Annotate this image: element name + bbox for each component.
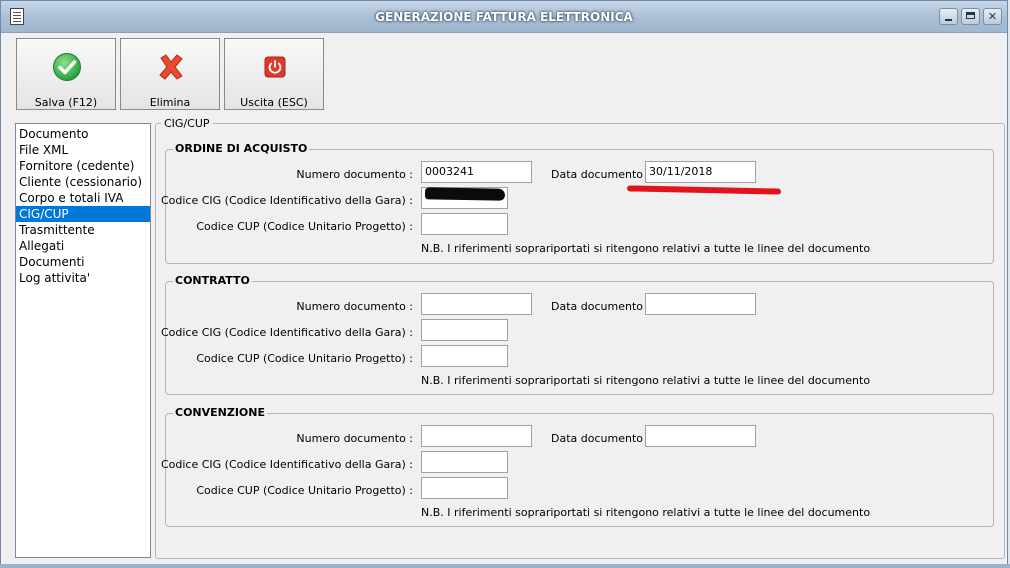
group-title: ORDINE DI ACQUISTO <box>173 142 310 155</box>
data-documento-label: Data documento : <box>551 432 651 445</box>
ordine-data-documento-field[interactable]: 30/11/2018 <box>645 161 756 183</box>
group-title: CONVENZIONE <box>173 406 268 419</box>
data-documento-label: Data documento : <box>551 168 651 181</box>
convenzione-numero-documento-field[interactable] <box>421 425 532 447</box>
redaction-mark <box>424 187 506 201</box>
exit-button-label: Uscita (ESC) <box>240 96 308 109</box>
note-text: N.B. I riferimenti soprariportati si rit… <box>421 242 871 255</box>
exit-button[interactable]: Uscita (ESC) <box>224 38 324 110</box>
delete-button[interactable]: Elimina <box>120 38 220 110</box>
contratto-codice-cig-field[interactable] <box>421 319 508 341</box>
convenzione-codice-cig-field[interactable] <box>421 451 508 473</box>
nav-item-cig-cup[interactable]: CIG/CUP <box>16 206 150 222</box>
nav-item-cliente[interactable]: Cliente (cessionario) <box>16 174 150 190</box>
note-text: N.B. I riferimenti soprariportati si rit… <box>421 506 871 519</box>
numero-documento-label: Numero documento : <box>296 432 413 445</box>
power-icon <box>264 56 286 78</box>
convenzione-codice-cup-field[interactable] <box>421 477 508 499</box>
numero-documento-label: Numero documento : <box>296 300 413 313</box>
nav-item-trasmittente[interactable]: Trasmittente <box>16 222 150 238</box>
nav-item-log-attivita[interactable]: Log attivita' <box>16 270 150 286</box>
data-documento-label: Data documento : <box>551 300 651 313</box>
nav-item-documenti[interactable]: Documenti <box>16 254 150 270</box>
note-text: N.B. I riferimenti soprariportati si rit… <box>421 374 871 387</box>
codice-cig-label: Codice CIG (Codice Identificativo della … <box>160 326 413 339</box>
nav-item-fornitore[interactable]: Fornitore (cedente) <box>16 158 150 174</box>
window-title: GENERAZIONE FATTURA ELETTRONICA <box>375 10 633 24</box>
contratto-codice-cup-field[interactable] <box>421 345 508 367</box>
ordine-numero-documento-field[interactable]: 0003241 <box>421 161 532 183</box>
numero-documento-label: Numero documento : <box>296 168 413 181</box>
nav-item-corpo-totali-iva[interactable]: Corpo e totali IVA <box>16 190 150 206</box>
contratto-numero-documento-field[interactable] <box>421 293 532 315</box>
codice-cup-label: Codice CUP (Codice Unitario Progetto) : <box>196 220 413 233</box>
close-icon[interactable]: ✕ <box>983 8 1002 25</box>
minimize-icon[interactable] <box>939 8 958 25</box>
codice-cig-label: Codice CIG (Codice Identificativo della … <box>160 458 413 471</box>
save-button[interactable]: Salva (F12) <box>16 38 116 110</box>
delete-button-label: Elimina <box>149 96 191 109</box>
contratto-data-documento-field[interactable] <box>645 293 756 315</box>
codice-cup-label: Codice CUP (Codice Unitario Progetto) : <box>196 352 413 365</box>
nav-item-allegati[interactable]: Allegati <box>16 238 150 254</box>
group-title: CONTRATTO <box>173 274 252 287</box>
codice-cig-label: Codice CIG (Codice Identificativo della … <box>160 194 413 207</box>
nav-item-file-xml[interactable]: File XML <box>16 142 150 158</box>
ordine-codice-cup-field[interactable] <box>421 213 508 235</box>
checkmark-icon <box>53 53 81 81</box>
codice-cup-label: Codice CUP (Codice Unitario Progetto) : <box>196 484 413 497</box>
title-bar[interactable]: GENERAZIONE FATTURA ELETTRONICA ✕ <box>1 1 1007 33</box>
taskbar-edge <box>0 564 1010 568</box>
panel-title: CIG/CUP <box>161 117 213 130</box>
maximize-icon[interactable] <box>961 8 980 25</box>
convenzione-data-documento-field[interactable] <box>645 425 756 447</box>
save-button-label: Salva (F12) <box>34 96 98 109</box>
section-list[interactable]: Documento File XML Fornitore (cedente) C… <box>15 123 151 558</box>
red-x-icon <box>159 54 183 80</box>
nav-item-documento[interactable]: Documento <box>16 126 150 142</box>
main-window: GENERAZIONE FATTURA ELETTRONICA ✕ Salva … <box>0 0 1008 566</box>
